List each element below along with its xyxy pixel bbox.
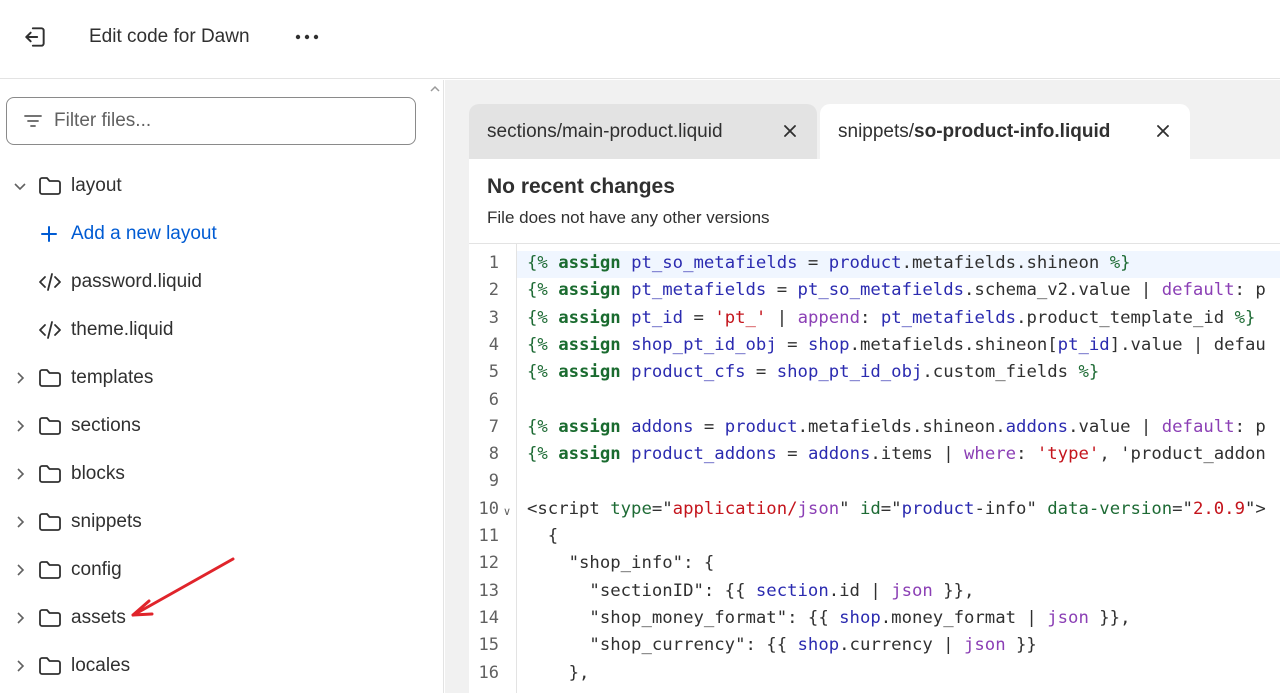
folder-label: blocks [71,463,125,484]
line-number: 12 [478,553,499,574]
folder-blocks[interactable]: blocks [0,450,444,498]
code-line: {% assign pt_id = 'pt_' | append: pt_met… [527,307,1256,328]
close-tab-button[interactable] [781,122,799,140]
folder-config[interactable]: config [0,546,444,594]
add-new-layout-label: Add a new layout [71,223,217,244]
folder-icon [38,174,62,198]
line-number: 13 [478,580,499,601]
file-theme-liquid[interactable]: theme.liquid [0,306,444,354]
no-changes-subtitle: File does not have any other versions [487,208,770,227]
line-number: 9 [488,471,499,492]
code-line: "shop_info": { [527,553,715,574]
folder-icon [38,462,62,486]
folder-snippets[interactable]: snippets [0,498,444,546]
close-icon [784,125,796,137]
more-actions-button[interactable] [290,22,324,52]
exit-button[interactable] [18,20,52,54]
line-number: 4 [488,334,499,355]
line-number: 1 [488,253,499,273]
line-number: 16 [478,662,499,683]
chevron-down-icon[interactable] [12,178,28,194]
folder-templates[interactable]: templates [0,354,444,402]
top-bar: Edit code for Dawn [0,0,1280,79]
folder-label: sections [71,415,141,436]
chevron-right-icon[interactable] [12,514,28,530]
file-label: theme.liquid [71,319,174,340]
editor-panel: No recent changes File does not have any… [469,159,1280,693]
line-number: 7 [488,416,499,437]
code-line: { [527,526,559,546]
code-line: {% assign product_addons = addons.items … [527,444,1266,465]
page-title: Edit code for Dawn [89,26,250,47]
scrollbar-up-arrow[interactable] [428,82,442,94]
tab-so-product-info[interactable]: snippets/so-product-info.liquid [820,104,1190,159]
code-line: <script type="application/json" id="prod… [527,498,1266,519]
code-line: }, [527,662,590,683]
chevron-right-icon[interactable] [12,466,28,482]
line-number: 14 [478,607,499,628]
tab-label: sections/main-product.liquid [487,120,723,142]
code-file-icon [38,270,62,294]
file-password-liquid[interactable]: password.liquid [0,258,444,306]
file-tree: layout Add a new layout password.liquid … [0,162,444,690]
code-line: {% assign product_cfs = shop_pt_id_obj.c… [527,362,1100,383]
chevron-right-icon[interactable] [12,562,28,578]
chevron-right-icon[interactable] [12,370,28,386]
fold-chevron-icon[interactable]: ∨ [503,505,511,518]
no-changes-title: No recent changes [487,175,675,198]
line-number: 5 [488,362,499,383]
filter-files-input[interactable] [54,110,394,132]
folder-icon [38,414,62,438]
line-number: 3 [488,307,499,328]
folder-assets[interactable]: assets [0,594,444,642]
close-tab-button[interactable] [1154,122,1172,140]
line-number: 10 [478,498,499,519]
file-label: password.liquid [71,271,202,292]
add-new-layout-link[interactable]: Add a new layout [0,210,444,258]
tab-label: snippets/so-product-info.liquid [838,120,1111,142]
more-horizontal-icon [295,34,319,40]
folder-label: config [71,559,122,580]
line-number: 8 [488,444,499,465]
tab-main-product[interactable]: sections/main-product.liquid [469,104,817,159]
line-number: 6 [488,389,499,410]
folder-icon [38,654,62,678]
code-line: {% assign addons = product.metafields.sh… [527,416,1266,437]
file-sidebar: layout Add a new layout password.liquid … [0,80,444,693]
folder-label: templates [71,367,154,388]
folder-layout[interactable]: layout [0,162,444,210]
folder-label: layout [71,175,122,196]
line-number: 2 [488,280,499,301]
folder-label: locales [71,655,131,676]
code-line: "shop_currency": {{ shop.currency | json… [527,635,1037,656]
code-line: "sectionID": {{ section.id | json }}, [527,580,975,601]
code-line: {% assign pt_metafields = pt_so_metafiel… [527,280,1266,301]
folder-icon [38,558,62,582]
code-line: "shop_money_format": {{ shop.money_forma… [527,607,1131,628]
folder-sections[interactable]: sections [0,402,444,450]
exit-icon [25,27,45,47]
line-number: 15 [478,635,499,656]
folder-locales[interactable]: locales [0,642,444,690]
folder-label: snippets [71,511,142,532]
folder-icon [38,510,62,534]
folder-label: assets [71,607,126,628]
chevron-right-icon[interactable] [12,658,28,674]
filter-icon [22,110,44,132]
code-editor[interactable]: 1 {% assign pt_so_metafields = product.me… [469,243,1280,693]
chevron-right-icon[interactable] [12,610,28,626]
plus-icon [40,225,58,243]
folder-icon [38,366,62,390]
chevron-right-icon[interactable] [12,418,28,434]
code-line: {% assign shop_pt_id_obj = shop.metafiel… [527,334,1266,355]
code-file-icon [38,318,62,342]
folder-icon [38,606,62,630]
code-line: {% assign pt_so_metafields = product.met… [527,253,1131,273]
line-number: 11 [478,526,499,546]
filter-files-field[interactable] [6,97,416,145]
close-icon [1157,125,1169,137]
